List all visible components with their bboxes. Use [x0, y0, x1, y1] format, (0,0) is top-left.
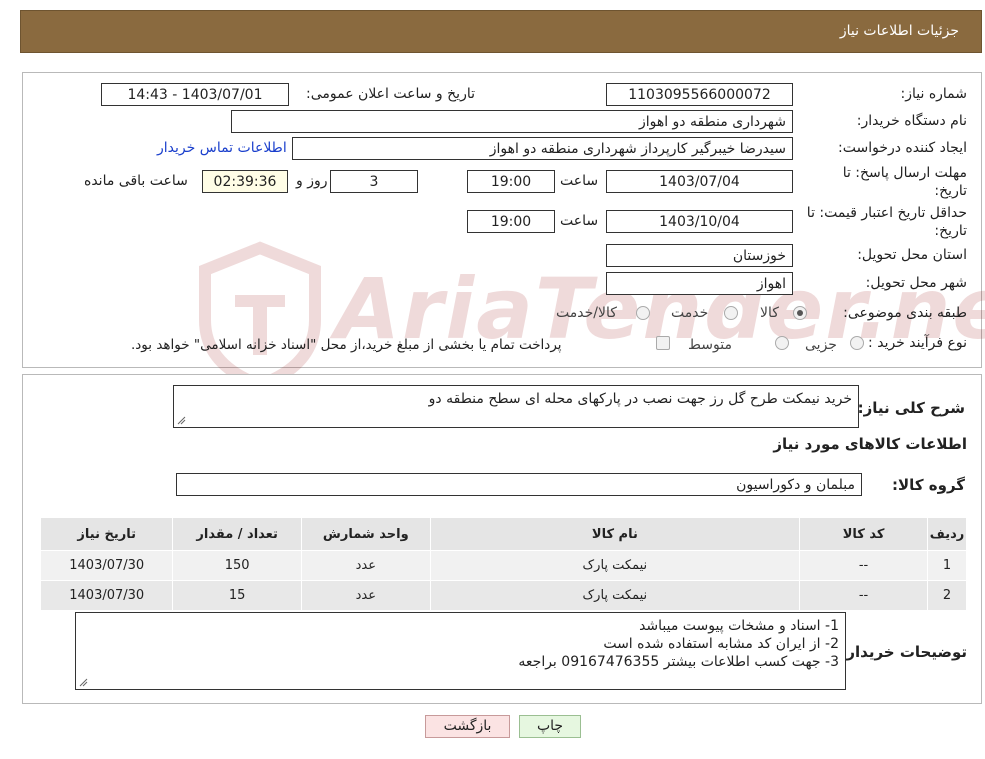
- creator-label: ایجاد کننده درخواست:: [838, 140, 967, 156]
- table-row: 2 -- نیمکت پارک عدد 15 1403/07/30: [39, 580, 967, 611]
- cell-row-number: 1: [927, 550, 967, 581]
- resize-grip-icon[interactable]: [78, 677, 88, 687]
- cell-quantity: 150: [172, 550, 302, 581]
- deadline-date-field: 1403/07/04: [606, 170, 793, 193]
- category-service-radio[interactable]: [724, 306, 738, 320]
- resize-grip-icon[interactable]: [176, 415, 186, 425]
- days-field: 3: [330, 170, 418, 193]
- category-goods-service-label: کالا/خدمت: [556, 305, 617, 321]
- city-field: اهواز: [606, 272, 793, 295]
- category-goods-service-radio[interactable]: [636, 306, 650, 320]
- buyer-note-line: 1- اسناد و مشخات پیوست میباشد: [639, 618, 839, 634]
- city-label: شهر محل تحویل:: [865, 275, 967, 291]
- deadline-label-2: تاریخ:: [934, 183, 967, 199]
- column-header-quantity: تعداد / مقدار: [172, 517, 302, 551]
- category-label: طبقه بندی موضوعی:: [843, 305, 967, 321]
- remaining-time-field: 02:39:36: [202, 170, 288, 193]
- province-field: خوزستان: [606, 244, 793, 267]
- buyer-notes-label: توضیحات خریدار:: [840, 643, 967, 661]
- watermark-logo-icon: [199, 241, 321, 392]
- buyer-org-field: شهرداری منطقه دو اهواز: [231, 110, 793, 133]
- column-header-goods-code: کد کالا: [799, 517, 929, 551]
- cell-need-date: 1403/07/30: [39, 580, 174, 611]
- validity-time-field: 19:00: [467, 210, 555, 233]
- days-label: روز و: [296, 173, 328, 189]
- cell-need-date: 1403/07/30: [39, 550, 174, 581]
- goods-section-title: اطلاعات کالاهای مورد نیاز: [773, 435, 967, 453]
- buyer-notes-field[interactable]: 1- اسناد و مشخات پیوست میباشد 2- از ایرا…: [75, 612, 846, 690]
- deadline-label: مهلت ارسال پاسخ: تا: [842, 165, 967, 181]
- cell-goods-code: --: [799, 580, 929, 611]
- column-header-row-number: ردیف: [927, 517, 967, 551]
- treasury-payment-checkbox[interactable]: [656, 336, 670, 350]
- table-header-row: ردیف کد کالا نام کالا واحد شمارش تعداد /…: [39, 517, 967, 551]
- province-label: استان محل تحویل:: [857, 247, 967, 263]
- category-goods-label: کالا: [760, 305, 779, 321]
- page-header: جزئیات اطلاعات نیاز: [20, 10, 982, 53]
- buyer-note-line: 3- جهت کسب اطلاعات بیشتر 09167476355 برا…: [518, 654, 839, 670]
- goods-group-field: مبلمان و دکوراسیون: [176, 473, 862, 496]
- column-header-unit: واحد شمارش: [300, 517, 431, 551]
- cell-unit: عدد: [300, 550, 431, 581]
- validity-label-2: تاریخ:: [934, 223, 967, 239]
- buyer-org-label: نام دستگاه خریدار:: [856, 113, 967, 129]
- back-button[interactable]: بازگشت: [425, 715, 510, 738]
- deadline-time-field: 19:00: [467, 170, 555, 193]
- process-note: پرداخت تمام یا بخشی از مبلغ خرید،از محل …: [131, 337, 562, 353]
- print-button[interactable]: چاپ: [519, 715, 581, 738]
- need-number-field: 1103095566000072: [606, 83, 793, 106]
- category-service-label: خدمت: [671, 305, 709, 321]
- need-number-label: شماره نیاز:: [900, 86, 968, 102]
- creator-field: سیدرضا خیبرگیر کارپرداز شهرداری منطقه دو…: [292, 137, 793, 160]
- cell-goods-code: --: [799, 550, 929, 581]
- table-row: 1 -- نیمکت پارک عدد 150 1403/07/30: [39, 550, 967, 581]
- process-medium-radio[interactable]: [775, 336, 789, 350]
- cell-goods-name: نیمکت پارک: [429, 580, 801, 611]
- description-field[interactable]: خرید نیمکت طرح گل رز جهت نصب در پارکهای …: [173, 385, 859, 428]
- goods-group-label: گروه کالا:: [892, 476, 965, 494]
- process-medium-label: متوسط: [688, 337, 732, 353]
- announce-label: تاریخ و ساعت اعلان عمومی:: [306, 86, 475, 102]
- process-label: نوع فرآیند خرید :: [868, 335, 967, 351]
- process-minor-label: جزیی: [805, 337, 837, 353]
- buyer-note-line: 2- از ایران کد مشابه استفاده شده است: [603, 636, 839, 652]
- contact-buyer-link[interactable]: اطلاعات تماس خریدار: [157, 140, 287, 156]
- cell-unit: عدد: [300, 580, 431, 611]
- validity-time-label: ساعت: [560, 213, 599, 229]
- announce-field: 1403/07/01 - 14:43: [101, 83, 289, 106]
- page-title: جزئیات اطلاعات نیاز: [839, 23, 959, 39]
- column-header-need-date: تاریخ نیاز: [39, 517, 174, 551]
- cell-quantity: 15: [172, 580, 302, 611]
- category-goods-radio[interactable]: [793, 306, 807, 320]
- description-label: شرح کلی نیاز:: [857, 399, 965, 417]
- cell-row-number: 2: [927, 580, 967, 611]
- process-minor-radio[interactable]: [850, 336, 864, 350]
- goods-table: ردیف کد کالا نام کالا واحد شمارش تعداد /…: [39, 517, 967, 611]
- validity-label: حداقل تاریخ اعتبار قیمت: تا: [806, 205, 967, 221]
- deadline-time-label: ساعت: [560, 173, 599, 189]
- cell-goods-name: نیمکت پارک: [429, 550, 801, 581]
- validity-date-field: 1403/10/04: [606, 210, 793, 233]
- remaining-label: ساعت باقی مانده: [84, 173, 188, 189]
- column-header-goods-name: نام کالا: [429, 517, 801, 551]
